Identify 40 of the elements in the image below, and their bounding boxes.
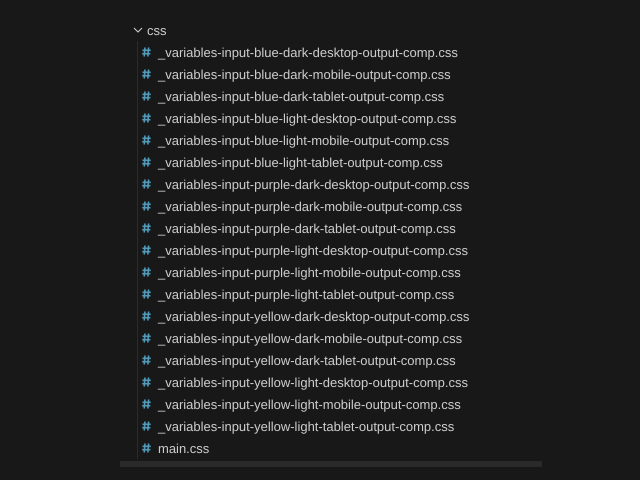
file-name[interactable]: _variables-input-yellow-light-tablet-output-comp.css <box>158 418 454 434</box>
hash-icon <box>142 223 151 233</box>
file-name[interactable]: _variables-input-blue-light-mobile-output-comp.css <box>158 132 450 148</box>
hash-icon <box>142 135 151 145</box>
hash-icon <box>142 201 151 211</box>
hash-icon <box>142 289 151 299</box>
hash-icon <box>142 443 151 453</box>
file-name[interactable]: _variables-input-yellow-light-desktop-output-comp.css <box>158 374 468 390</box>
hash-icon <box>142 179 151 189</box>
folder-row[interactable]: css <box>120 19 542 41</box>
file-name[interactable]: _variables-input-blue-light-tablet-output-comp.css <box>158 154 443 170</box>
file-name[interactable]: _variables-input-purple-light-tablet-output-comp.css <box>158 286 454 302</box>
hash-icon <box>142 399 151 409</box>
file-name[interactable]: _variables-input-blue-dark-desktop-output-comp.css <box>158 44 458 60</box>
hash-icon <box>142 91 151 101</box>
file-name[interactable]: _variables-input-yellow-dark-tablet-output-comp.css <box>158 352 456 368</box>
hash-icon <box>142 355 151 365</box>
file-name[interactable]: main.css <box>158 440 210 456</box>
hash-icon <box>142 421 151 431</box>
folder-name: css <box>147 22 166 38</box>
hash-icon <box>142 245 151 255</box>
hash-icon <box>142 157 151 167</box>
hash-icon <box>142 333 151 343</box>
file-name[interactable]: _variables-input-blue-light-desktop-output-comp.css <box>158 110 456 126</box>
hash-icon <box>142 377 151 387</box>
hash-icon <box>142 267 151 277</box>
hash-icon <box>142 113 151 123</box>
file-name[interactable]: _variables-input-blue-dark-mobile-output-comp.css <box>158 66 451 82</box>
hash-icon <box>142 311 151 321</box>
file-name[interactable]: _variables-input-purple-light-desktop-output-comp.css <box>158 242 468 258</box>
file-name[interactable]: _variables-input-purple-light-mobile-output-comp.css <box>158 264 461 280</box>
file-name[interactable]: _variables-input-yellow-dark-mobile-output-comp.css <box>158 330 462 346</box>
file-name[interactable]: _variables-input-purple-dark-tablet-output-comp.css <box>158 220 456 236</box>
hash-icon <box>142 69 151 79</box>
file-name[interactable]: _variables-input-purple-dark-mobile-output-comp.css <box>158 198 462 214</box>
file-name[interactable]: _variables-input-yellow-light-mobile-output-comp.css <box>158 396 461 412</box>
file-name[interactable]: _variables-input-purple-dark-desktop-output-comp.css <box>158 176 470 192</box>
file-name[interactable]: _variables-input-yellow-dark-desktop-output-comp.css <box>158 308 470 324</box>
file-name[interactable]: _variables-input-blue-dark-tablet-output-comp.css <box>158 88 444 104</box>
hash-icon <box>142 47 151 57</box>
